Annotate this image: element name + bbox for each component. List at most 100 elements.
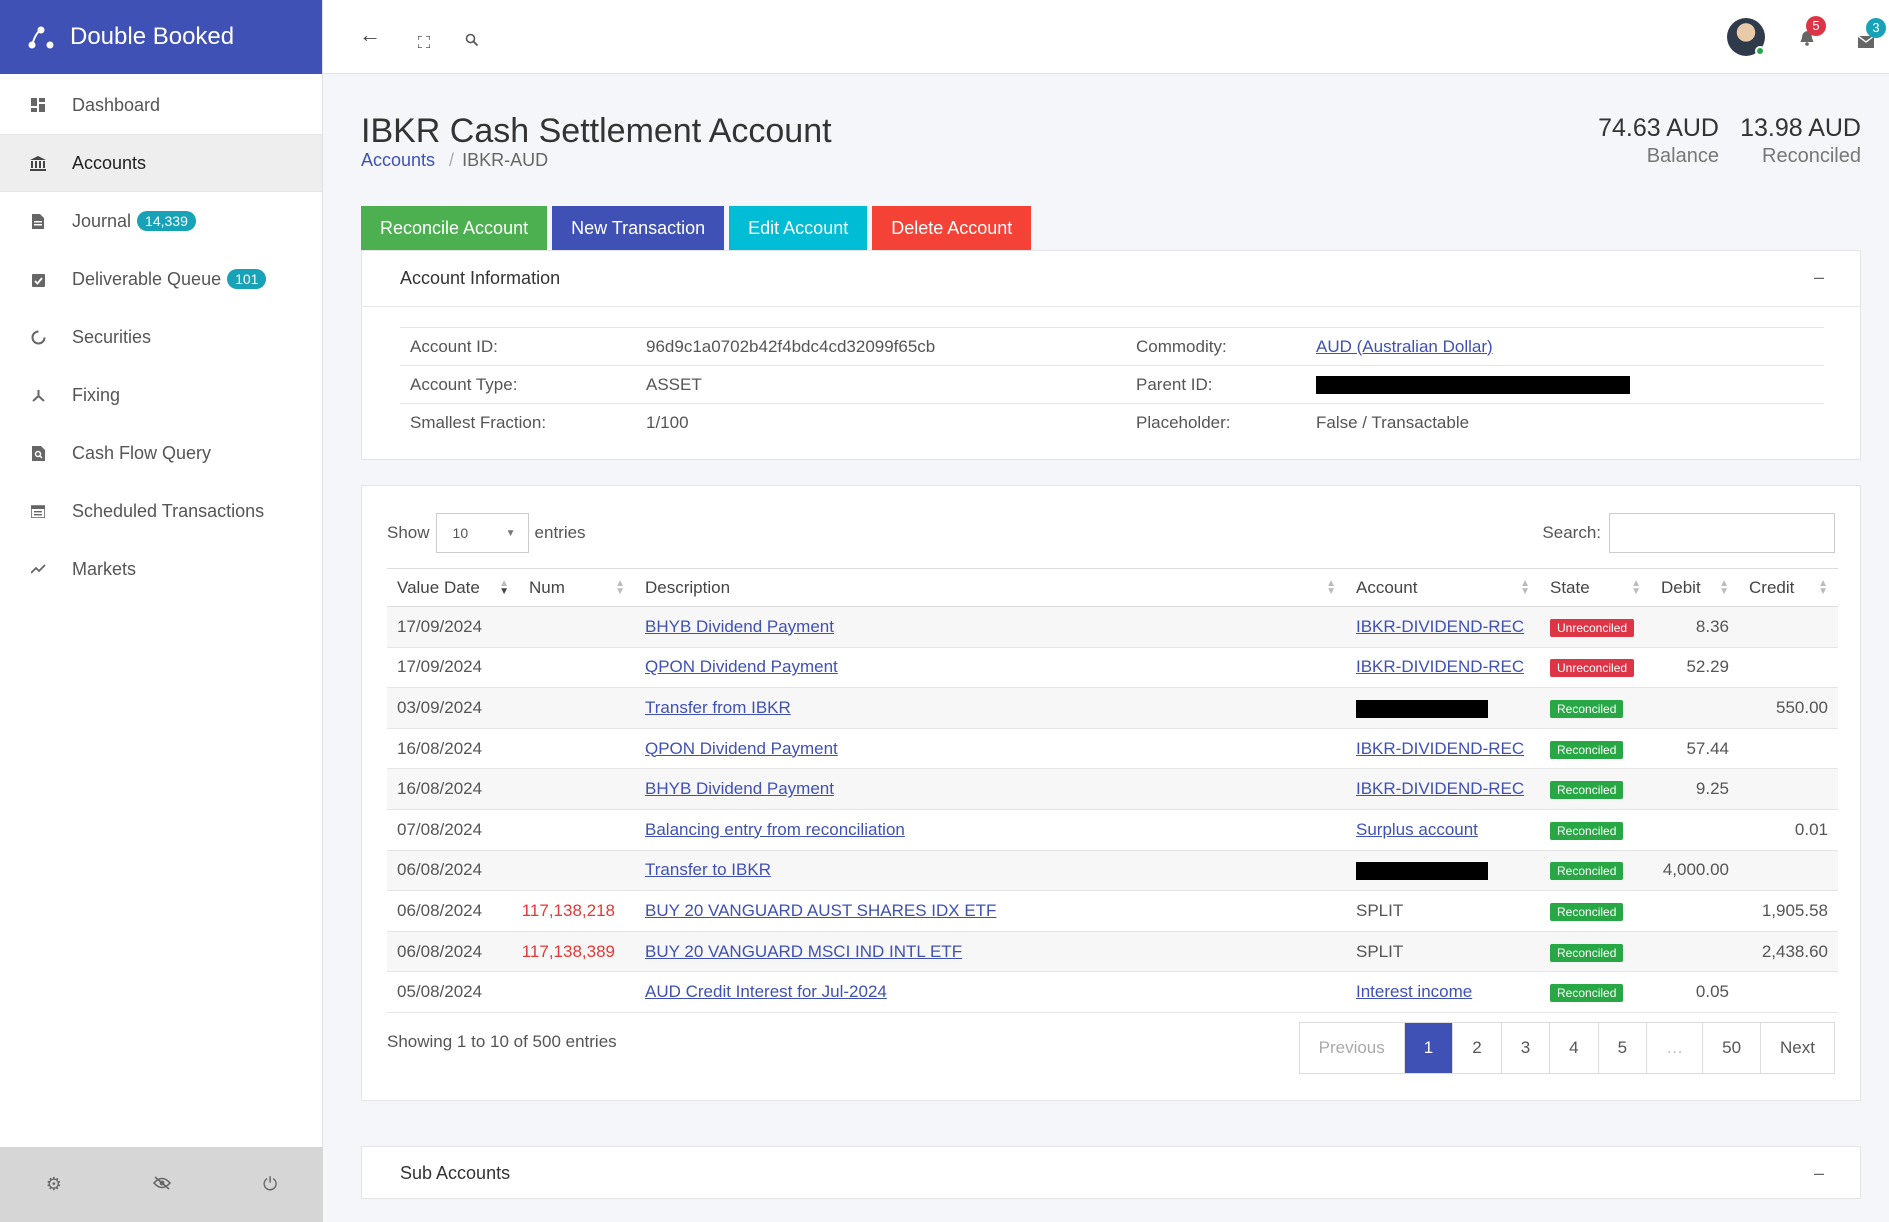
search-icon[interactable]	[465, 27, 479, 53]
sub-accounts-card: Sub Accounts –	[361, 1146, 1861, 1199]
topbar: ← 5 3	[323, 0, 1889, 74]
sidebar-item-fixing[interactable]: Fixing	[0, 366, 322, 424]
account-link[interactable]: Interest income	[1356, 982, 1472, 1001]
state-badge: Reconciled	[1550, 862, 1624, 881]
eye-off-icon[interactable]	[153, 1174, 172, 1195]
table-row: 03/09/2024 Transfer from IBKR Reconciled 55…	[387, 687, 1838, 729]
num-cell	[519, 971, 635, 1013]
description-link[interactable]: AUD Credit Interest for Jul-2024	[645, 982, 887, 1001]
sidebar-item-accounts[interactable]: Accounts	[0, 134, 322, 192]
previous-page-button[interactable]: Previous	[1300, 1023, 1404, 1073]
sort-icon: ▲ ▼	[1520, 578, 1530, 597]
breadcrumb-accounts-link[interactable]: Accounts	[361, 150, 435, 170]
description-link[interactable]: Balancing entry from reconciliation	[645, 820, 905, 839]
sidebar-item-securities[interactable]: Securities	[0, 308, 322, 366]
deliverable-count-badge: 101	[227, 269, 267, 289]
column-header-credit[interactable]: Credit ▲ ▼	[1739, 568, 1838, 607]
state-badge: Reconciled	[1550, 740, 1624, 759]
column-header-value-date[interactable]: Value Date ▲ ▼	[387, 568, 519, 607]
next-page-button[interactable]: Next	[1760, 1023, 1834, 1073]
num-cell	[519, 606, 635, 648]
value-date-cell: 07/08/2024	[387, 809, 519, 851]
account-link[interactable]: IBKR-DIVIDEND-REC	[1356, 657, 1524, 676]
account-redacted	[1356, 699, 1488, 718]
description-link[interactable]: Transfer from IBKR	[645, 698, 791, 717]
reconciled-label: Reconciled	[1762, 145, 1861, 167]
num-cell	[519, 850, 635, 892]
sidebar-item-deliverable-queue[interactable]: Deliverable Queue 101	[0, 250, 322, 308]
account-link[interactable]: IBKR-DIVIDEND-REC	[1356, 779, 1524, 798]
sidebar-item-markets[interactable]: Markets	[0, 540, 322, 598]
pagination: Previous 1 2 3 4 5… 50 Next	[1298, 1022, 1835, 1074]
reconcile-account-button[interactable]: Reconcile Account	[361, 206, 548, 250]
page-3-button[interactable]: 3	[1500, 1023, 1549, 1073]
bell-icon[interactable]: 5	[1800, 16, 1826, 52]
new-transaction-button[interactable]: New Transaction	[552, 206, 725, 250]
sort-icon: ▲ ▼	[1326, 578, 1336, 597]
info-label: Commodity:	[1136, 336, 1227, 356]
page-50-button[interactable]: 50	[1702, 1023, 1760, 1073]
back-arrow-icon[interactable]: ←	[359, 22, 381, 48]
state-badge: Reconciled	[1550, 781, 1624, 800]
search-input[interactable]	[1609, 513, 1835, 553]
description-link[interactable]: BUY 20 VANGUARD MSCI IND INTL ETF	[645, 942, 962, 961]
sidebar-item-label: Cash Flow Query	[72, 442, 212, 463]
description-link[interactable]: Transfer to IBKR	[645, 860, 771, 879]
breadcrumb: Accounts / IBKR-AUD	[361, 150, 548, 171]
page-2-button[interactable]: 2	[1452, 1023, 1500, 1073]
envelope-icon[interactable]: 3	[1857, 18, 1886, 54]
collapse-icon[interactable]: –	[1814, 267, 1824, 288]
sidebar-item-scheduled-transactions[interactable]: Scheduled Transactions	[0, 482, 322, 540]
value-date-cell: 03/09/2024	[387, 687, 519, 729]
page-5-button[interactable]: 5	[1597, 1023, 1646, 1073]
account-link[interactable]: IBKR-DIVIDEND-REC	[1356, 617, 1524, 636]
power-icon[interactable]: ⏻	[263, 1174, 277, 1195]
sidebar-footer: ⚙ ⏻	[0, 1147, 323, 1222]
description-link[interactable]: BHYB Dividend Payment	[645, 617, 834, 636]
sidebar-item-cash-flow-query[interactable]: Cash Flow Query	[0, 424, 322, 482]
column-header-state[interactable]: State ▲ ▼	[1540, 568, 1651, 607]
delete-account-button[interactable]: Delete Account	[872, 206, 1032, 250]
column-header-num[interactable]: Num ▲ ▼	[519, 568, 635, 607]
sidebar-item-dashboard[interactable]: Dashboard	[0, 76, 322, 134]
column-header-debit[interactable]: Debit ▲ ▼	[1651, 568, 1739, 607]
sidebar-item-label: Scheduled Transactions	[72, 500, 265, 521]
sort-icon: ▲ ▼	[1631, 578, 1641, 597]
account-link[interactable]: Surplus account	[1356, 820, 1478, 839]
debit-cell: 0.05	[1651, 971, 1739, 1013]
table-search: Search:	[1542, 513, 1835, 553]
calendar-icon	[30, 503, 46, 519]
value-date-cell: 17/09/2024	[387, 647, 519, 689]
debit-cell: 52.29	[1651, 647, 1739, 689]
value-date-cell: 17/09/2024	[387, 606, 519, 648]
commodity-link[interactable]: AUD (Australian Dollar)	[1316, 337, 1493, 356]
collapse-icon[interactable]: –	[1814, 1163, 1824, 1184]
sidebar-item-label: Dashboard	[72, 94, 161, 115]
page-size-select[interactable]: 10 ▼	[435, 513, 529, 553]
num-cell	[519, 809, 635, 851]
sort-icon: ▲ ▼	[615, 578, 625, 597]
sidebar: Double Booked Dashboard Accounts Journal…	[0, 0, 323, 1222]
sidebar-item-journal[interactable]: Journal 14,339	[0, 192, 322, 250]
account-link[interactable]: IBKR-DIVIDEND-REC	[1356, 739, 1524, 758]
edit-account-button[interactable]: Edit Account	[729, 206, 868, 250]
page-4-button[interactable]: 4	[1549, 1023, 1597, 1073]
description-link[interactable]: BUY 20 VANGUARD AUST SHARES IDX ETF	[645, 901, 996, 920]
fullscreen-icon[interactable]	[417, 28, 431, 54]
state-badge: Reconciled	[1550, 943, 1624, 962]
num-cell: 117,138,218	[519, 890, 635, 932]
value-date-cell: 16/08/2024	[387, 768, 519, 810]
page-1-button[interactable]: 1	[1403, 1023, 1453, 1073]
avatar[interactable]	[1727, 18, 1765, 56]
messages-count: 3	[1866, 18, 1886, 38]
column-header-description[interactable]: Description ▲ ▼	[635, 568, 1346, 607]
gear-icon[interactable]: ⚙	[46, 1174, 62, 1195]
brand[interactable]: Double Booked	[0, 0, 322, 74]
column-header-account[interactable]: Account ▲ ▼	[1346, 568, 1540, 607]
description-link[interactable]: QPON Dividend Payment	[645, 657, 838, 676]
description-link[interactable]: BHYB Dividend Payment	[645, 779, 834, 798]
parent-id-redacted	[1316, 376, 1630, 395]
credit-cell: 1,905.58	[1739, 890, 1838, 932]
description-link[interactable]: QPON Dividend Payment	[645, 739, 838, 758]
dashboard-icon	[30, 97, 46, 113]
